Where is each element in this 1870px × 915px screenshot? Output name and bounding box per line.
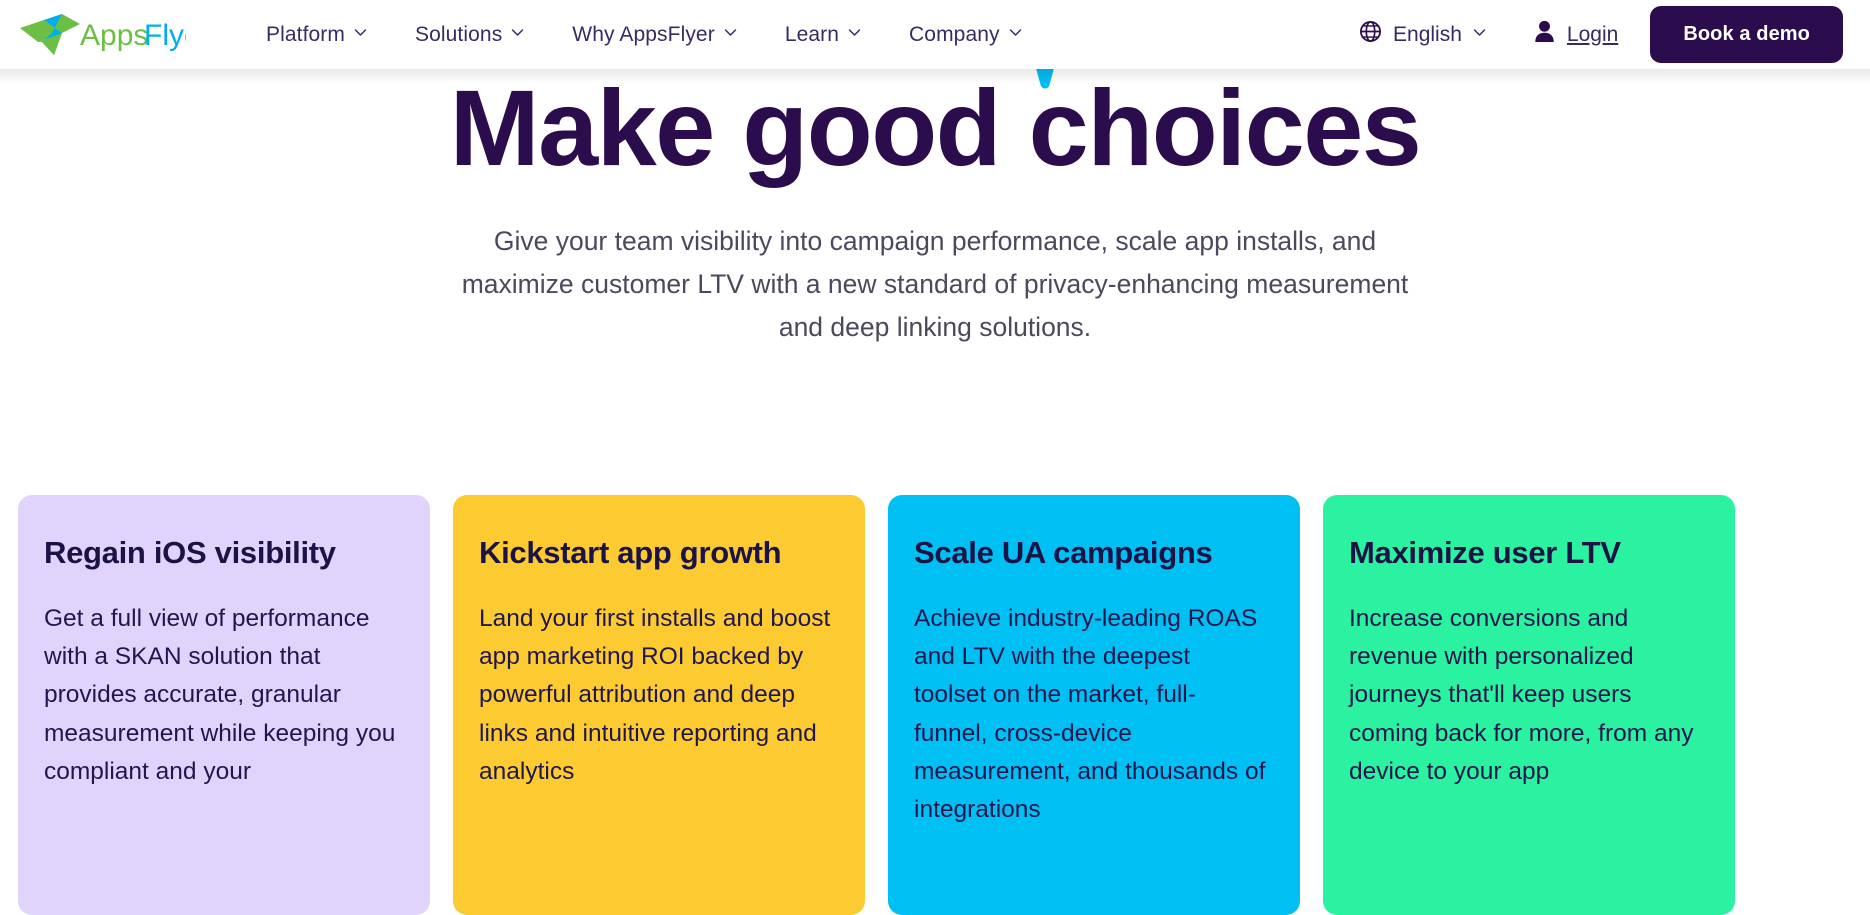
main-navigation: Platform Solutions Why AppsFlyer Learn C [242, 0, 1046, 69]
language-label: English [1393, 22, 1462, 46]
nav-item-label: Why AppsFlyer [572, 22, 715, 46]
card-body: Achieve industry-leading ROAS and LTV wi… [914, 605, 1266, 824]
card-title: Scale UA campaigns [914, 535, 1213, 570]
chevron-down-icon [1473, 26, 1486, 39]
card-title: Kickstart app growth [479, 535, 782, 570]
chevron-down-icon [1009, 26, 1022, 39]
language-selector[interactable]: English [1341, 0, 1504, 69]
feature-card-maximize-user-ltv[interactable]: Maximize user LTV Increase conversions a… [1323, 495, 1735, 915]
globe-icon [1359, 20, 1382, 49]
user-icon [1534, 20, 1555, 49]
feature-card-scale-ua-campaigns[interactable]: Scale UA campaigns Achieve industry-lead… [888, 495, 1300, 915]
chevron-down-icon [511, 26, 524, 39]
chevron-down-icon [724, 26, 737, 39]
hero-subtitle: Give your team visibility into campaign … [461, 226, 1409, 342]
nav-item-why-appsflyer[interactable]: Why AppsFlyer [548, 0, 761, 69]
page-title: Make good choices [0, 56, 1870, 182]
card-body: Get a full view of performance with a SK… [44, 605, 396, 785]
appsflyer-logo-icon: Apps Flyer [20, 13, 186, 55]
nav-item-company[interactable]: Company [885, 0, 1046, 69]
site-header: Apps Flyer Platform Solutions Why AppsFl… [0, 0, 1870, 69]
nav-item-label: Solutions [415, 22, 503, 46]
svg-text:Apps: Apps [80, 19, 148, 52]
feature-cards: Regain iOS visibility Get a full view of… [18, 495, 1852, 915]
card-body: Increase conversions and revenue with pe… [1349, 605, 1694, 785]
login-label: Login [1566, 22, 1619, 46]
nav-item-label: Company [909, 22, 1000, 46]
book-a-demo-button[interactable]: Book a demo [1650, 6, 1843, 63]
nav-item-label: Learn [784, 22, 840, 46]
nav-item-solutions[interactable]: Solutions [391, 0, 548, 69]
chevron-down-icon [354, 26, 367, 39]
nav-item-platform[interactable]: Platform [242, 0, 391, 69]
card-title: Regain iOS visibility [44, 535, 336, 570]
header-right-actions: English Login Book a demo [1341, 0, 1870, 69]
svg-text:Flyer: Flyer [144, 19, 186, 52]
card-title: Maximize user LTV [1349, 535, 1621, 570]
login-link[interactable]: Login [1504, 0, 1640, 69]
page-title-text: Make good choices [449, 67, 1422, 188]
card-body: Land your first installs and boost app m… [479, 605, 831, 785]
hero-section: Make good choices Give your team visibil… [0, 56, 1870, 349]
chevron-down-icon [848, 26, 861, 39]
nav-item-label: Platform [266, 22, 345, 46]
feature-card-regain-ios-visibility[interactable]: Regain iOS visibility Get a full view of… [18, 495, 430, 915]
nav-item-learn[interactable]: Learn [761, 0, 885, 69]
feature-card-kickstart-app-growth[interactable]: Kickstart app growth Land your first ins… [453, 495, 865, 915]
appsflyer-logo[interactable]: Apps Flyer [18, 11, 186, 59]
